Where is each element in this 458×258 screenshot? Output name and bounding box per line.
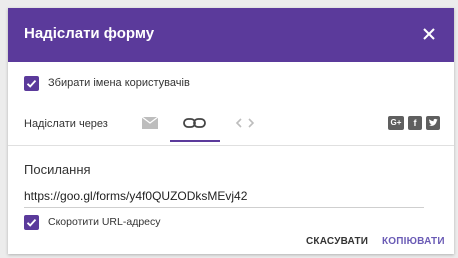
google-plus-icon: G+ bbox=[390, 118, 402, 127]
close-button[interactable] bbox=[418, 23, 440, 45]
twitter-icon bbox=[429, 118, 438, 126]
checkmark-icon bbox=[26, 79, 37, 88]
facebook-share-button[interactable]: f bbox=[408, 116, 422, 130]
close-icon bbox=[423, 28, 435, 40]
shorten-url-checkbox[interactable] bbox=[24, 214, 39, 230]
shorten-url-label: Скоротити URL-адресу bbox=[48, 216, 161, 228]
tab-email[interactable] bbox=[136, 110, 164, 136]
share-url-field[interactable] bbox=[24, 185, 424, 208]
collect-emails-checkbox[interactable] bbox=[24, 75, 39, 91]
link-section-title: Посилання bbox=[24, 162, 91, 177]
twitter-share-button[interactable] bbox=[426, 116, 440, 130]
embed-code-icon bbox=[235, 118, 255, 128]
copy-button[interactable]: КОПІЮВАТИ bbox=[382, 236, 445, 247]
shorten-url-row: Скоротити URL-адресу bbox=[24, 214, 161, 230]
facebook-icon: f bbox=[413, 118, 417, 128]
collect-emails-row: Збирати імена користувачів bbox=[24, 74, 190, 92]
dialog-title: Надіслати форму bbox=[24, 25, 155, 42]
dialog-header: Надіслати форму bbox=[8, 8, 454, 62]
send-via-label: Надіслати через bbox=[24, 118, 108, 130]
selected-tab-indicator bbox=[170, 140, 220, 142]
send-form-dialog: Надіслати форму Збирати імена користувач… bbox=[8, 8, 454, 254]
email-icon bbox=[141, 116, 159, 129]
tab-embed[interactable] bbox=[230, 110, 260, 136]
link-icon bbox=[183, 118, 206, 128]
cancel-button[interactable]: СКАСУВАТИ bbox=[306, 236, 368, 247]
collect-emails-label: Збирати імена користувачів bbox=[48, 77, 190, 89]
tab-link[interactable] bbox=[170, 110, 220, 136]
google-plus-share-button[interactable]: G+ bbox=[388, 116, 404, 130]
section-divider bbox=[8, 145, 454, 146]
checkmark-icon bbox=[26, 218, 37, 227]
